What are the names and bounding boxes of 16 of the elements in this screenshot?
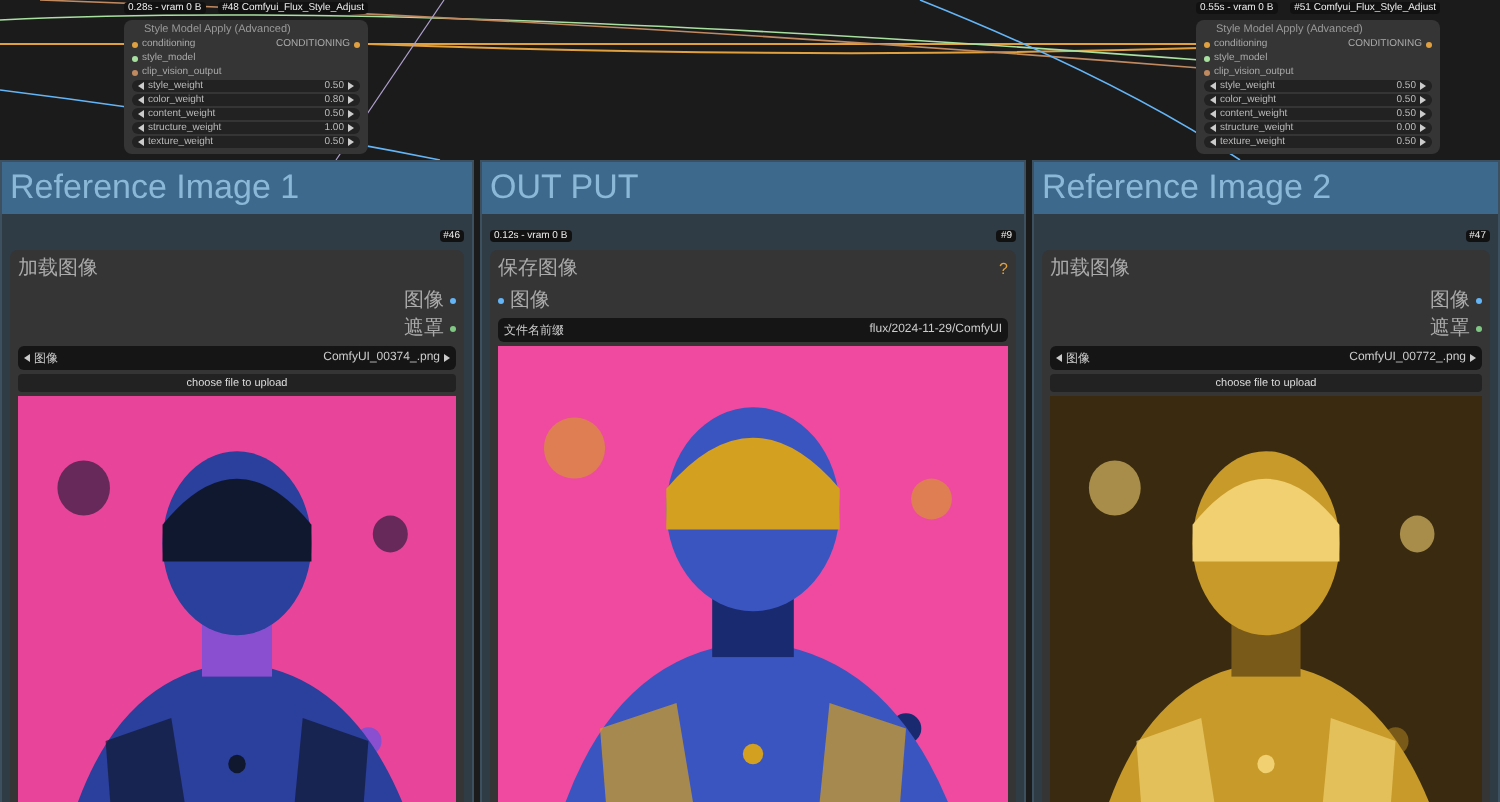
input-slot[interactable]: 图像 xyxy=(498,286,550,314)
group-title: Reference Image 2 xyxy=(1034,162,1498,214)
node-title: 加载图像 xyxy=(18,255,98,282)
group-title: OUT PUT xyxy=(482,162,1024,214)
group-title: Reference Image 1 xyxy=(2,162,472,214)
right-arrow-icon[interactable] xyxy=(444,354,450,362)
output-slot[interactable]: 遮罩 xyxy=(1430,314,1482,342)
output-slot[interactable]: 图像 xyxy=(404,286,456,314)
node-title: 加载图像 xyxy=(1050,255,1130,282)
node-title: 保存图像 xyxy=(498,256,578,282)
output-slot[interactable]: 图像 xyxy=(1430,286,1482,314)
right-arrow-icon[interactable] xyxy=(1470,354,1476,362)
left-arrow-icon[interactable] xyxy=(1056,354,1062,362)
left-arrow-icon[interactable] xyxy=(24,354,30,362)
output-slot[interactable]: 遮罩 xyxy=(404,314,456,342)
help-icon[interactable]: ? xyxy=(999,259,1008,277)
